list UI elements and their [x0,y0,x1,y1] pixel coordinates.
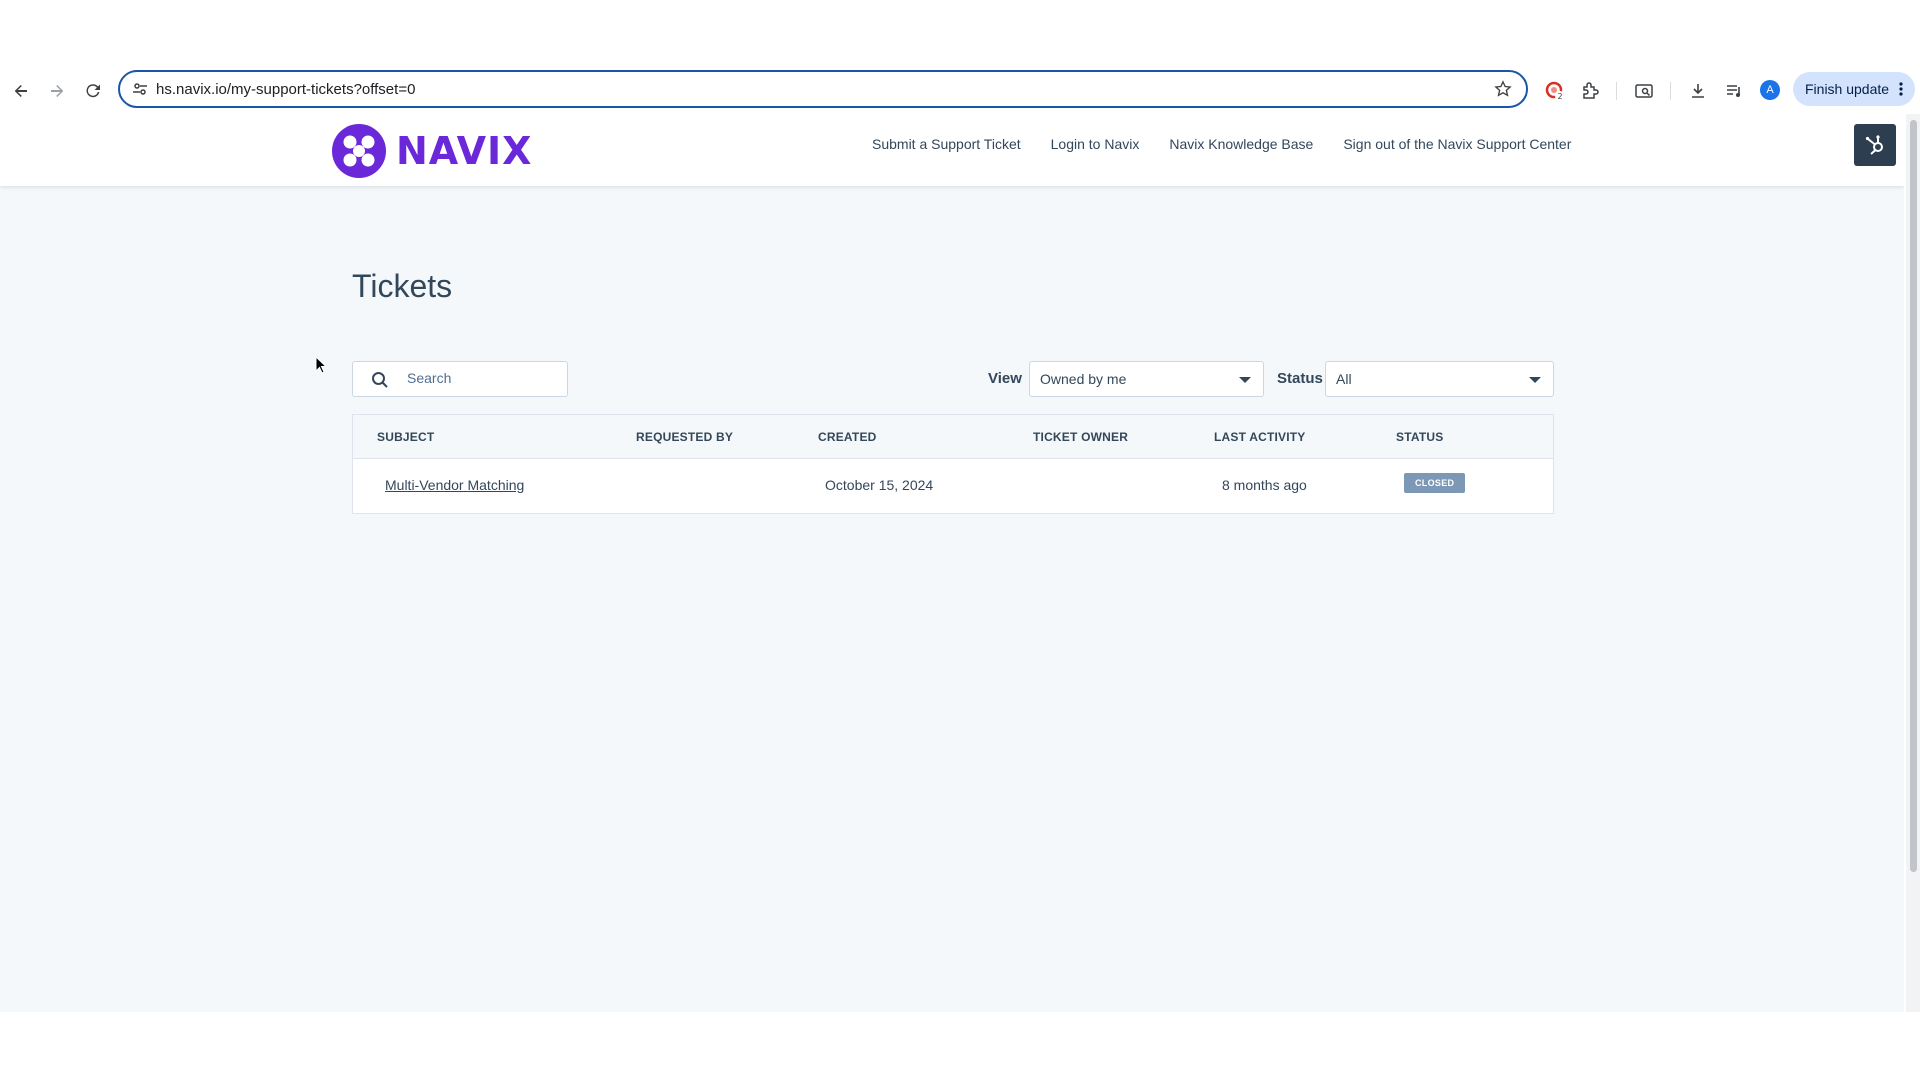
view-filter-label: View [988,370,1022,387]
ticket-subject-link[interactable]: Multi-Vendor Matching [385,477,524,493]
site-navigation: Submit a Support Ticket Login to Navix N… [872,136,1601,152]
navix-logo-text: NAVIX [396,129,533,173]
site-header: NAVIX Submit a Support Ticket Login to N… [0,114,1904,186]
site-settings-icon[interactable] [132,81,148,102]
ticket-created-date: October 15, 2024 [825,477,934,493]
navix-logo-mark-icon [332,124,386,178]
url-text[interactable]: hs.navix.io/my-support-tickets?offset=0 [156,81,415,98]
view-select-value: Owned by me [1040,371,1127,387]
svg-text:2: 2 [1557,92,1562,101]
finish-update-label: Finish update [1805,81,1890,97]
table-header: SUBJECT REQUESTED BY CREATED TICKET OWNE… [353,415,1553,459]
page-title: Tickets [352,268,453,304]
search-input[interactable] [407,370,557,386]
ticket-search-field[interactable] [352,361,568,397]
extensions-puzzle-icon[interactable] [1578,79,1602,103]
nav-login[interactable]: Login to Navix [1051,136,1140,152]
toolbar-divider [1616,82,1617,100]
view-select[interactable]: Owned by me [1029,361,1264,397]
column-header-subject[interactable]: SUBJECT [377,430,434,444]
chevron-down-icon [1529,377,1541,383]
ticket-last-activity: 8 months ago [1222,477,1307,493]
media-controls-icon[interactable] [1722,79,1746,103]
bookmark-star-icon[interactable] [1494,80,1512,103]
browser-window: hs.navix.io/my-support-tickets?offset=0 … [0,0,1920,1080]
mouse-cursor-icon [315,355,328,379]
navix-logo[interactable]: NAVIX [332,124,532,178]
finish-update-button[interactable]: Finish update [1793,72,1915,106]
column-header-status[interactable]: STATUS [1396,430,1443,444]
status-badge: CLOSED [1404,473,1466,493]
nav-submit-ticket[interactable]: Submit a Support Ticket [872,136,1021,152]
column-header-last-activity[interactable]: LAST ACTIVITY [1214,430,1306,444]
profile-avatar[interactable]: A [1760,80,1780,100]
table-row: Multi-Vendor Matching October 15, 2024 8… [353,459,1553,513]
page-scrollbar[interactable] [1906,114,1920,1012]
scrollbar-thumb[interactable] [1910,120,1917,872]
tab-search-icon[interactable] [1632,79,1656,103]
more-menu-icon[interactable] [1899,81,1903,100]
hubspot-sprocket-button[interactable] [1854,124,1896,166]
address-bar[interactable]: hs.navix.io/my-support-tickets?offset=0 [118,70,1528,108]
extension-badge-icon[interactable]: 2 [1543,79,1567,103]
page-viewport: NAVIX Submit a Support Ticket Login to N… [0,114,1904,1012]
nav-knowledge-base[interactable]: Navix Knowledge Base [1169,136,1313,152]
browser-toolbar: hs.navix.io/my-support-tickets?offset=0 … [0,66,1920,114]
reload-icon[interactable] [82,80,104,102]
hubspot-sprocket-icon [1865,135,1883,155]
forward-icon[interactable] [46,80,68,102]
download-icon[interactable] [1686,79,1710,103]
status-select-value: All [1336,371,1352,387]
tickets-table: SUBJECT REQUESTED BY CREATED TICKET OWNE… [352,414,1554,514]
nav-sign-out[interactable]: Sign out of the Navix Support Center [1343,136,1571,152]
chevron-down-icon [1239,377,1251,383]
search-icon [371,371,389,394]
back-icon[interactable] [10,80,32,102]
toolbar-divider [1670,82,1671,100]
status-filter-label: Status [1277,370,1323,387]
column-header-ticket-owner[interactable]: TICKET OWNER [1033,430,1128,444]
status-select[interactable]: All [1325,361,1554,397]
column-header-requested-by[interactable]: REQUESTED BY [636,430,733,444]
column-header-created[interactable]: CREATED [818,430,877,444]
